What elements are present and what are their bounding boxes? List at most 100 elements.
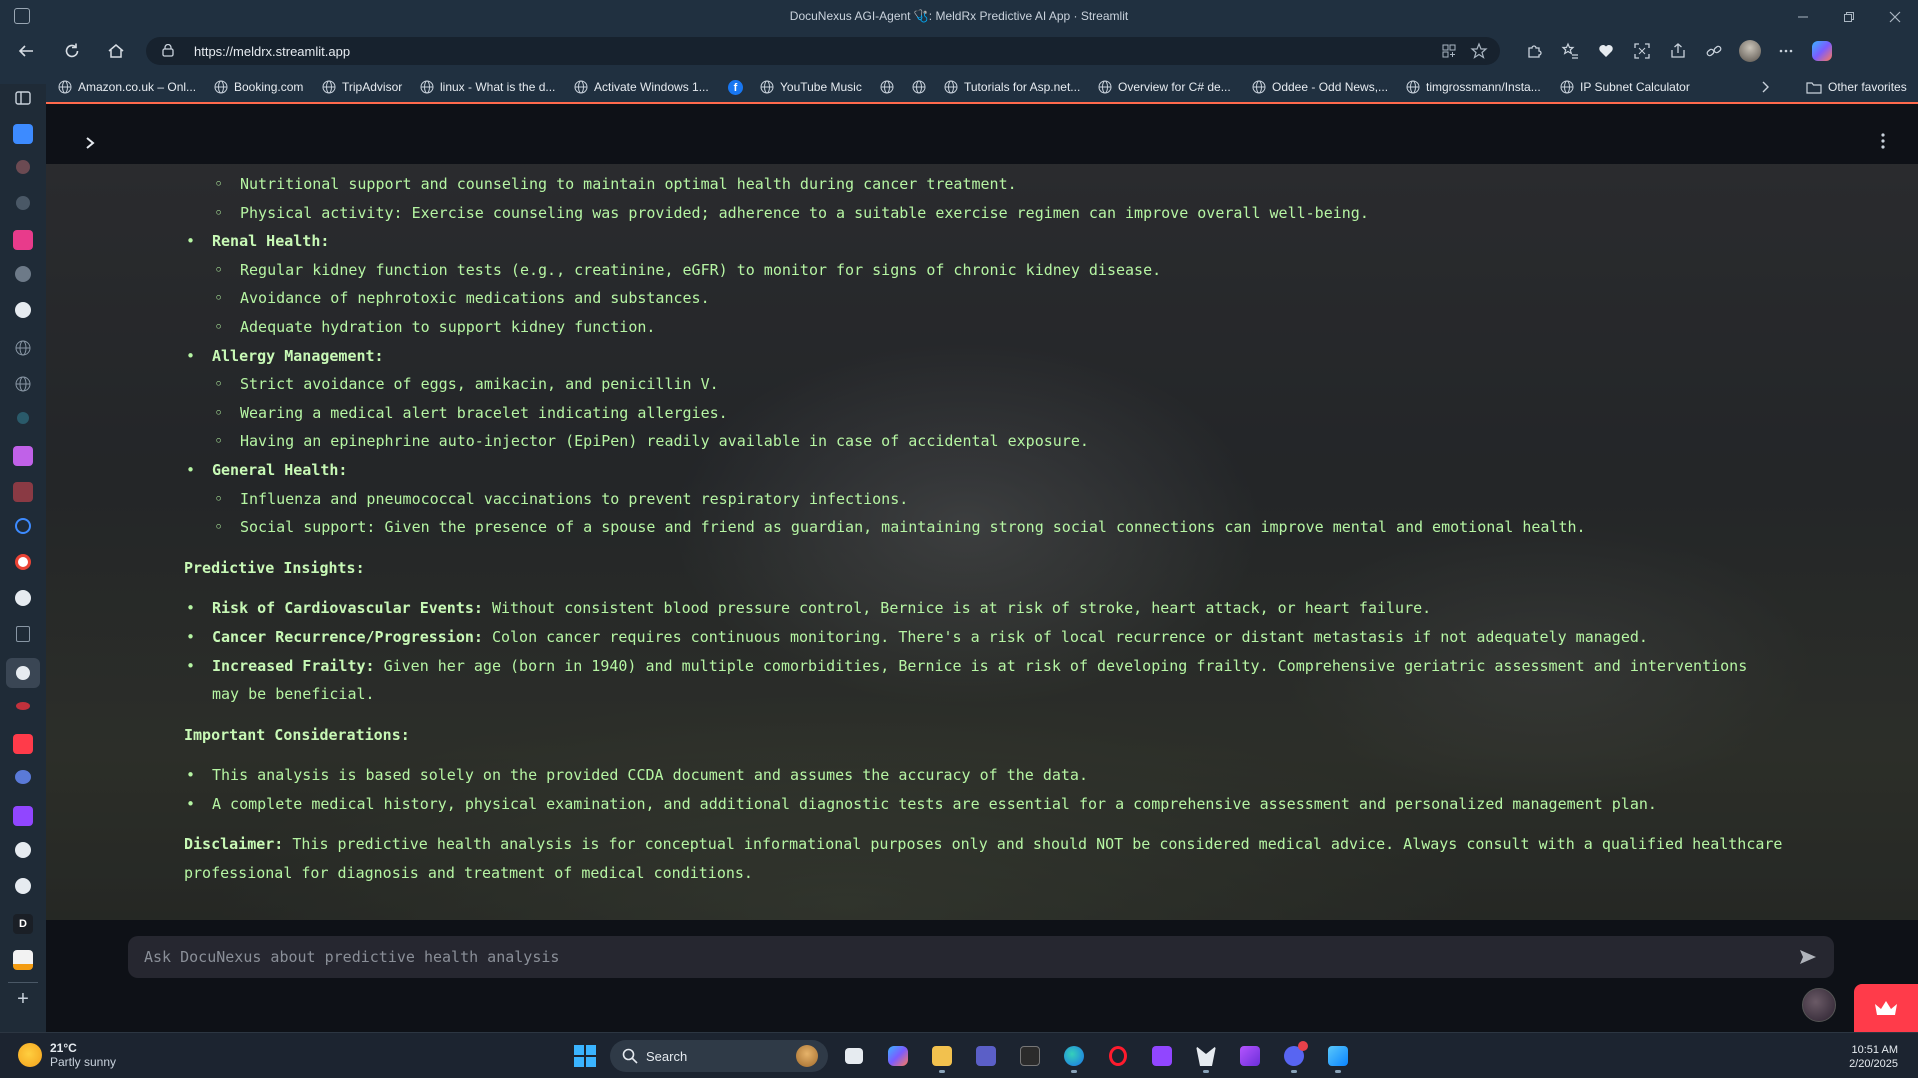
twitch-app[interactable] [1144, 1039, 1180, 1073]
restore-button[interactable] [1826, 0, 1872, 34]
bookmark-item[interactable]: TripAdvisor [322, 78, 402, 96]
url-text[interactable]: https://meldrx.streamlit.app [194, 44, 350, 59]
chat-input[interactable]: Ask DocuNexus about predictive health an… [128, 936, 1834, 978]
window-title: DocuNexus AGI-Agent 🩺: MeldRx Predictive… [789, 9, 1129, 23]
tab-actions-icon[interactable] [13, 88, 33, 108]
main-menu-icon[interactable] [1880, 132, 1886, 150]
vertical-tab-icon[interactable] [13, 950, 33, 970]
vertical-tab-icon[interactable] [13, 230, 33, 250]
bookmark-label: YouTube Music [780, 80, 862, 94]
discord-app[interactable] [1276, 1039, 1312, 1073]
bookmark-globe-only[interactable] [912, 78, 932, 96]
twitch-icon[interactable] [13, 806, 33, 826]
bookmark-item[interactable]: Amazon.co.uk – Onl... [58, 78, 196, 96]
bookmark-item[interactable]: Activate Windows 1... [574, 78, 709, 96]
photos-app[interactable] [1320, 1039, 1356, 1073]
list-item: Avoidance of nephrotoxic medications and… [214, 284, 1824, 313]
d-letter-icon[interactable]: D [13, 914, 33, 934]
clipchamp-app[interactable] [1232, 1039, 1268, 1073]
vertical-tab-icon[interactable] [13, 734, 33, 754]
restore-icon [1844, 12, 1854, 22]
partly-sunny-icon [18, 1043, 42, 1067]
bookmark-item[interactable]: IP Subnet Calculator [1560, 78, 1690, 96]
lock-icon[interactable] [162, 44, 174, 57]
vertical-tab-icon[interactable] [15, 266, 31, 282]
more-options-button[interactable] [1768, 39, 1804, 63]
opera-app[interactable] [1100, 1039, 1136, 1073]
vertical-tab-icon[interactable] [15, 302, 31, 318]
list-item: A complete medical history, physical exa… [186, 790, 1824, 819]
globe-icon[interactable] [13, 374, 33, 394]
favorite-star-icon[interactable] [1470, 42, 1488, 60]
running-indicator [939, 1070, 945, 1073]
task-view-icon [845, 1048, 863, 1064]
google-icon[interactable] [15, 554, 31, 570]
opera-icon [1109, 1046, 1127, 1066]
globe-icon[interactable] [13, 338, 33, 358]
bookmark-label: Overview for C# de... [1118, 80, 1231, 94]
screenshot-button[interactable] [1624, 39, 1660, 63]
refresh-button[interactable] [58, 39, 86, 63]
send-icon[interactable] [1798, 947, 1818, 967]
github-icon[interactable] [15, 878, 31, 894]
vertical-tab-icon[interactable] [13, 482, 33, 502]
document-icon[interactable] [16, 626, 30, 642]
task-view-button[interactable] [836, 1039, 872, 1073]
edge-app[interactable] [1056, 1039, 1092, 1073]
copilot-button[interactable] [1804, 39, 1840, 63]
close-button[interactable] [1872, 0, 1918, 34]
copilot-app[interactable] [880, 1039, 916, 1073]
analysis-markdown: Nutritional support and counseling to ma… [184, 170, 1824, 888]
bookmark-item[interactable]: Tutorials for Asp.net... [944, 78, 1080, 96]
collections-button[interactable] [1696, 39, 1732, 63]
chat-placeholder[interactable]: Ask DocuNexus about predictive health an… [144, 948, 559, 966]
bookmark-item[interactable]: Booking.com [214, 78, 303, 96]
file-explorer-app[interactable] [924, 1039, 960, 1073]
bookmark-item[interactable]: linux - What is the d... [420, 78, 555, 96]
home-button[interactable] [102, 39, 130, 63]
address-bar[interactable]: https://meldrx.streamlit.app [146, 37, 1500, 65]
bookmark-item[interactable]: Oddee - Odd News,... [1252, 78, 1388, 96]
system-clock[interactable]: 10:51 AM 2/20/2025 [1849, 1043, 1898, 1071]
teams-app[interactable] [968, 1039, 1004, 1073]
refresh-icon [65, 43, 79, 58]
health-button[interactable] [1588, 39, 1624, 63]
share-button[interactable] [1660, 39, 1696, 63]
bookmark-facebook[interactable]: f [728, 78, 743, 96]
twitch-icon [1152, 1046, 1172, 1066]
vertical-tab-icon[interactable] [17, 412, 29, 424]
streamlit-manage-button[interactable] [1854, 984, 1918, 1032]
vertical-tab-icon[interactable] [16, 702, 30, 710]
back-button[interactable] [12, 39, 40, 63]
search-icon [622, 1048, 638, 1064]
bookmark-globe-only[interactable] [880, 78, 900, 96]
github-icon[interactable] [15, 842, 31, 858]
profile-button[interactable] [1732, 39, 1768, 63]
add-tab-button[interactable]: + [13, 989, 33, 1010]
vertical-tab-icon[interactable] [16, 160, 30, 174]
start-button[interactable] [568, 1039, 602, 1073]
running-indicator [1335, 1070, 1341, 1073]
bookmark-item[interactable]: Overview for C# de... [1098, 78, 1231, 96]
other-favorites-folder[interactable]: Other favorites [1806, 78, 1907, 96]
github-icon[interactable] [15, 590, 31, 606]
weather-widget[interactable]: 21°C Partly sunny [18, 1041, 116, 1069]
taskbar-search[interactable]: Search [610, 1040, 828, 1072]
vertical-tab-icon[interactable] [16, 196, 30, 210]
extensions-button[interactable] [1516, 39, 1552, 63]
bookmarks-overflow-button[interactable] [1760, 78, 1770, 96]
bookmark-item[interactable]: timgrossmann/Insta... [1406, 78, 1541, 96]
vertical-tab-icon[interactable] [13, 446, 33, 466]
terminal-app[interactable] [1012, 1039, 1048, 1073]
app-available-icon[interactable] [1440, 42, 1458, 60]
bookmark-item[interactable]: YouTube Music [760, 78, 862, 96]
puzzle-icon [1528, 45, 1542, 58]
expand-sidebar-icon[interactable] [84, 136, 98, 150]
dev-app[interactable] [1188, 1039, 1224, 1073]
vertical-tab-icon[interactable] [15, 518, 31, 534]
minimize-button[interactable] [1780, 0, 1826, 34]
user-avatar[interactable] [1802, 988, 1836, 1022]
vertical-tab-icon[interactable] [15, 770, 31, 784]
vertical-tab-icon[interactable] [13, 124, 33, 144]
favorites-button[interactable] [1552, 39, 1588, 63]
